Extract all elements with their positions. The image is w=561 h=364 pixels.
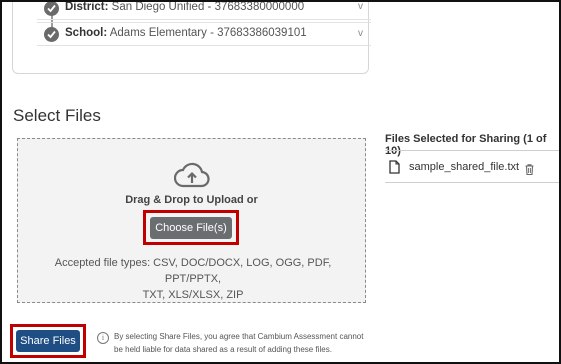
choose-files-button[interactable]: Choose File(s) <box>150 217 232 239</box>
district-value: San Diego Unified - 37683380000000 <box>111 1 305 13</box>
school-row[interactable]: School: Adams Elementary - 3768338603910… <box>37 22 371 46</box>
school-label: School: <box>65 27 108 39</box>
cloud-upload-icon <box>173 162 210 193</box>
file-icon <box>389 160 400 179</box>
check-circle-icon <box>44 27 59 42</box>
check-circle-icon <box>44 1 59 16</box>
file-dropzone[interactable]: Drag & Drop to Upload or Choose File(s) … <box>17 138 366 303</box>
list-item: sample_shared_file.txt <box>385 151 561 183</box>
file-name: sample_shared_file.txt <box>409 161 520 173</box>
section-title: Select Files <box>13 106 101 125</box>
drag-drop-text: Drag & Drop to Upload or <box>125 194 258 206</box>
district-text: District: San Diego Unified - 3768338000… <box>65 1 304 13</box>
trash-icon[interactable] <box>525 162 534 180</box>
disclaimer-text: By selecting Share Files, you agree that… <box>114 332 364 354</box>
chevron-down-icon[interactable]: v <box>358 1 363 12</box>
chevron-down-icon[interactable]: v <box>358 28 363 39</box>
info-icon: i <box>97 332 109 344</box>
school-value: Adams Elementary - 37683386039101 <box>109 27 307 39</box>
accepted-file-types: Accepted file types: CSV, DOC/DOCX, LOG,… <box>36 255 350 303</box>
accepted-types-line1: Accepted file types: CSV, DOC/DOCX, LOG,… <box>54 257 332 285</box>
share-files-button[interactable]: Share Files <box>16 330 80 352</box>
district-label: District: <box>65 1 109 13</box>
accepted-types-line2: TXT, XLS/XLSX, ZIP <box>142 289 244 301</box>
district-row[interactable]: District: San Diego Unified - 3768338000… <box>37 0 371 20</box>
organization-card: District: San Diego Unified - 3768338000… <box>12 0 371 74</box>
school-text: School: Adams Elementary - 3768338603910… <box>65 27 307 39</box>
